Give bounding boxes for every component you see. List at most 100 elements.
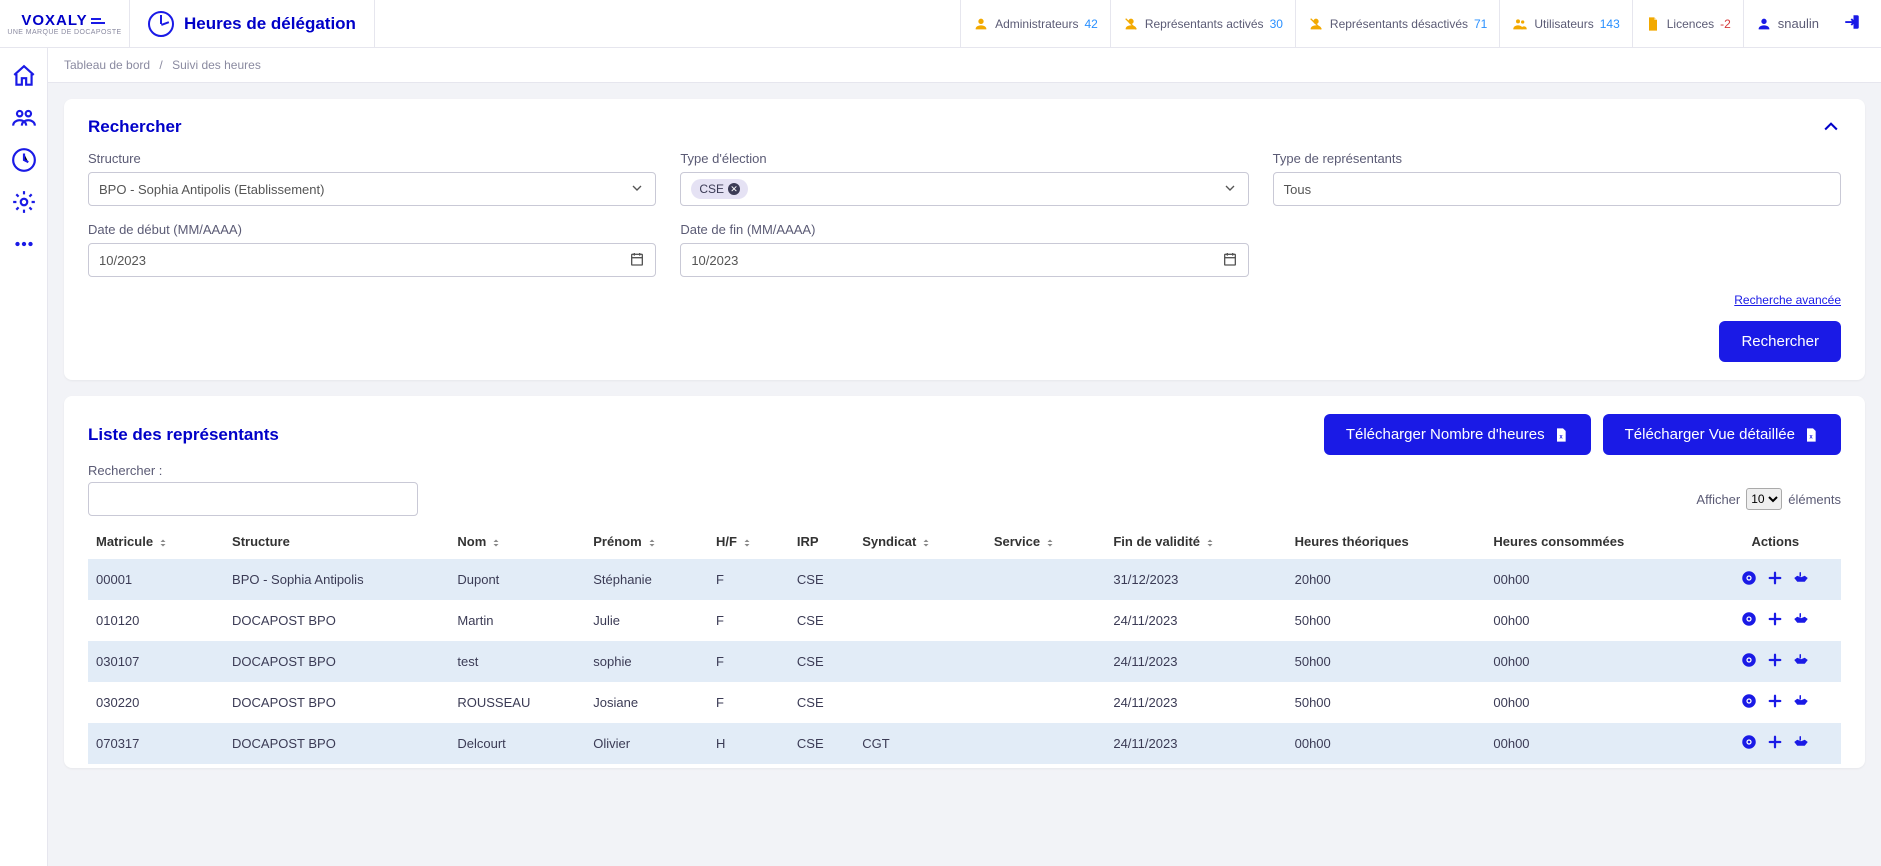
brand-logo[interactable]: VOXALY UNE MARQUE DE DOCAPOSTE bbox=[0, 0, 130, 47]
stat-licenses[interactable]: Licences -2 bbox=[1632, 0, 1743, 47]
handshake-action[interactable] bbox=[1792, 692, 1810, 713]
cell-service bbox=[986, 641, 1106, 682]
cell-syndicat bbox=[854, 559, 986, 600]
chevron-up-icon bbox=[1821, 117, 1841, 137]
nav-hours[interactable] bbox=[10, 146, 38, 174]
add-action[interactable] bbox=[1766, 569, 1784, 590]
sort-icon bbox=[1200, 534, 1216, 549]
cell-matricule: 00001 bbox=[88, 559, 224, 600]
breadcrumb-current: Suivi des heures bbox=[172, 58, 261, 72]
cell-syndicat bbox=[854, 682, 986, 723]
dateend-value: 10/2023 bbox=[691, 253, 738, 268]
cell-structure: BPO - Sophia Antipolis bbox=[224, 559, 449, 600]
stat-reps-active[interactable]: Représentants activés 30 bbox=[1110, 0, 1295, 47]
cell-hf: F bbox=[708, 682, 789, 723]
file-icon bbox=[1645, 16, 1661, 32]
col-irp[interactable]: IRP bbox=[789, 524, 854, 559]
sidebar bbox=[0, 48, 48, 866]
reptype-select[interactable]: Tous bbox=[1273, 172, 1841, 206]
stat-reps-inactive[interactable]: Représentants désactivés 71 bbox=[1295, 0, 1499, 47]
list-title: Liste des représentants bbox=[88, 425, 279, 445]
stat-count: 30 bbox=[1270, 17, 1283, 31]
handshake-icon bbox=[1792, 610, 1810, 628]
advanced-search-link[interactable]: Recherche avancée bbox=[1734, 293, 1841, 307]
structure-select[interactable]: BPO - Sophia Antipolis (Etablissement) bbox=[88, 172, 656, 206]
cell-nom: test bbox=[449, 641, 585, 682]
view-action[interactable] bbox=[1740, 569, 1758, 590]
add-action[interactable] bbox=[1766, 692, 1784, 713]
page-size-select[interactable]: 10 bbox=[1746, 488, 1782, 510]
user-icon bbox=[973, 16, 989, 32]
add-action[interactable] bbox=[1766, 610, 1784, 631]
cell-actions bbox=[1710, 682, 1841, 723]
add-action[interactable] bbox=[1766, 733, 1784, 754]
user-off-icon bbox=[1308, 16, 1324, 32]
cell-fin: 24/11/2023 bbox=[1105, 600, 1286, 641]
show-label: Afficher bbox=[1696, 492, 1740, 507]
datestart-value: 10/2023 bbox=[99, 253, 146, 268]
nav-more[interactable] bbox=[10, 230, 38, 258]
dateend-input[interactable]: 10/2023 bbox=[680, 243, 1248, 277]
nav-settings[interactable] bbox=[10, 188, 38, 216]
view-action[interactable] bbox=[1740, 651, 1758, 672]
cell-matricule: 030220 bbox=[88, 682, 224, 723]
handshake-action[interactable] bbox=[1792, 651, 1810, 672]
stat-label: Licences bbox=[1667, 17, 1714, 31]
view-action[interactable] bbox=[1740, 610, 1758, 631]
dateend-label: Date de fin (MM/AAAA) bbox=[680, 222, 1248, 237]
election-select[interactable]: CSE ✕ bbox=[680, 172, 1248, 206]
cell-prenom: Julie bbox=[585, 600, 708, 641]
current-user[interactable]: snaulin bbox=[1743, 0, 1831, 47]
add-action[interactable] bbox=[1766, 651, 1784, 672]
col-matricule[interactable]: Matricule bbox=[88, 524, 224, 559]
table-row: 030220DOCAPOST BPOROUSSEAUJosianeFCSE24/… bbox=[88, 682, 1841, 723]
view-action[interactable] bbox=[1740, 692, 1758, 713]
handshake-action[interactable] bbox=[1792, 610, 1810, 631]
stat-label: Utilisateurs bbox=[1534, 17, 1593, 31]
cell-matricule: 030107 bbox=[88, 641, 224, 682]
excel-icon bbox=[1553, 427, 1569, 443]
remove-tag-icon[interactable]: ✕ bbox=[728, 183, 740, 195]
handshake-action[interactable] bbox=[1792, 569, 1810, 590]
col-service[interactable]: Service bbox=[986, 524, 1106, 559]
stat-admins[interactable]: Administrateurs 42 bbox=[960, 0, 1110, 47]
nav-representatives[interactable] bbox=[10, 104, 38, 132]
calendar-icon[interactable] bbox=[1222, 251, 1238, 270]
col-structure[interactable]: Structure bbox=[224, 524, 449, 559]
col-fin[interactable]: Fin de validité bbox=[1105, 524, 1286, 559]
logout-button[interactable] bbox=[1831, 13, 1867, 34]
sort-icon bbox=[916, 534, 932, 549]
handshake-icon bbox=[1792, 692, 1810, 710]
cell-matricule: 010120 bbox=[88, 600, 224, 641]
cell-actions bbox=[1710, 600, 1841, 641]
show-suffix: éléments bbox=[1788, 492, 1841, 507]
col-hf[interactable]: H/F bbox=[708, 524, 789, 559]
download-detail-button[interactable]: Télécharger Vue détaillée bbox=[1603, 414, 1841, 455]
cell-theor: 50h00 bbox=[1287, 641, 1486, 682]
table-row: 070317DOCAPOST BPODelcourtOlivierHCSECGT… bbox=[88, 723, 1841, 764]
col-prenom[interactable]: Prénom bbox=[585, 524, 708, 559]
structure-value: BPO - Sophia Antipolis (Etablissement) bbox=[99, 182, 324, 197]
calendar-icon[interactable] bbox=[629, 251, 645, 270]
col-nom[interactable]: Nom bbox=[449, 524, 585, 559]
stat-users[interactable]: Utilisateurs 143 bbox=[1499, 0, 1631, 47]
datestart-input[interactable]: 10/2023 bbox=[88, 243, 656, 277]
cell-actions bbox=[1710, 723, 1841, 764]
download-hours-button[interactable]: Télécharger Nombre d'heures bbox=[1324, 414, 1591, 455]
handshake-action[interactable] bbox=[1792, 733, 1810, 754]
eye-icon bbox=[1740, 651, 1758, 669]
view-action[interactable] bbox=[1740, 733, 1758, 754]
excel-icon bbox=[1803, 427, 1819, 443]
cell-prenom: sophie bbox=[585, 641, 708, 682]
election-tag[interactable]: CSE ✕ bbox=[691, 179, 748, 199]
breadcrumb-root[interactable]: Tableau de bord bbox=[64, 58, 150, 72]
table-search-input[interactable] bbox=[88, 482, 418, 516]
col-syndicat[interactable]: Syndicat bbox=[854, 524, 986, 559]
reptype-value: Tous bbox=[1284, 182, 1311, 197]
collapse-button[interactable] bbox=[1821, 117, 1841, 140]
stat-count: 71 bbox=[1474, 17, 1487, 31]
search-button[interactable]: Rechercher bbox=[1719, 321, 1841, 362]
search-panel: Rechercher Structure BPO - Sophia Antipo… bbox=[64, 99, 1865, 380]
structure-label: Structure bbox=[88, 151, 656, 166]
nav-home[interactable] bbox=[10, 62, 38, 90]
